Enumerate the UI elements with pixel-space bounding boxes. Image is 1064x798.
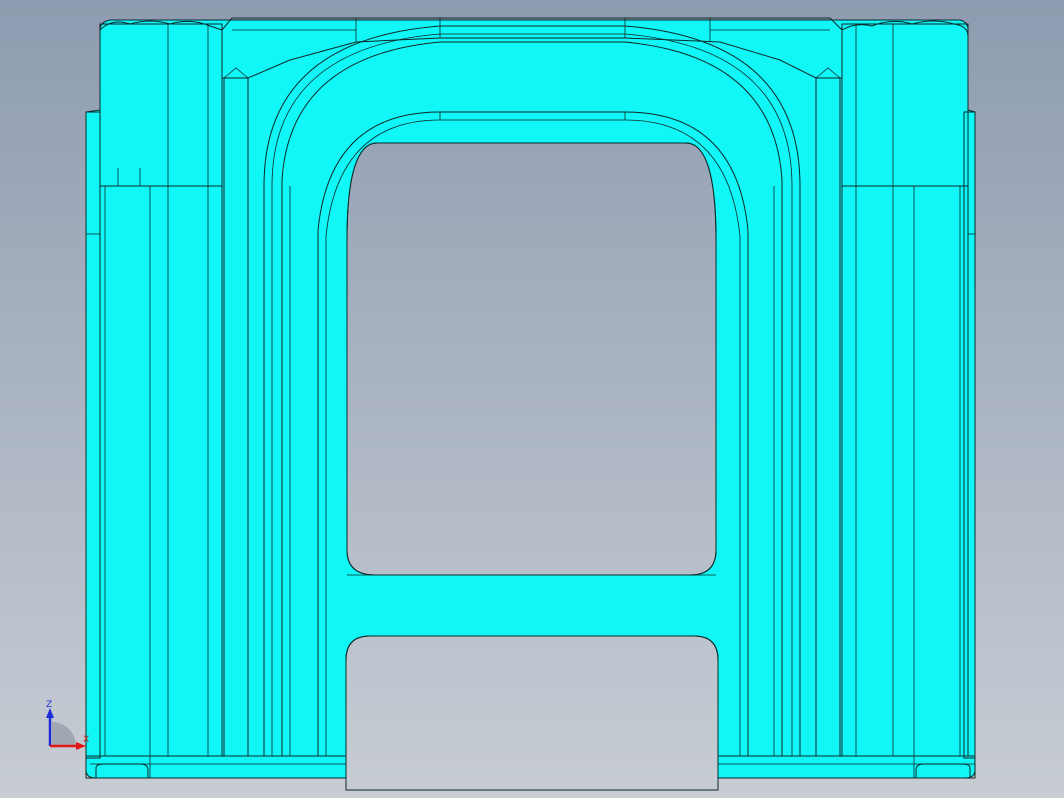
graphics-viewport[interactable]: Z X (0, 0, 1064, 798)
z-axis-label: Z (46, 700, 52, 710)
x-axis-label: X (83, 735, 89, 745)
